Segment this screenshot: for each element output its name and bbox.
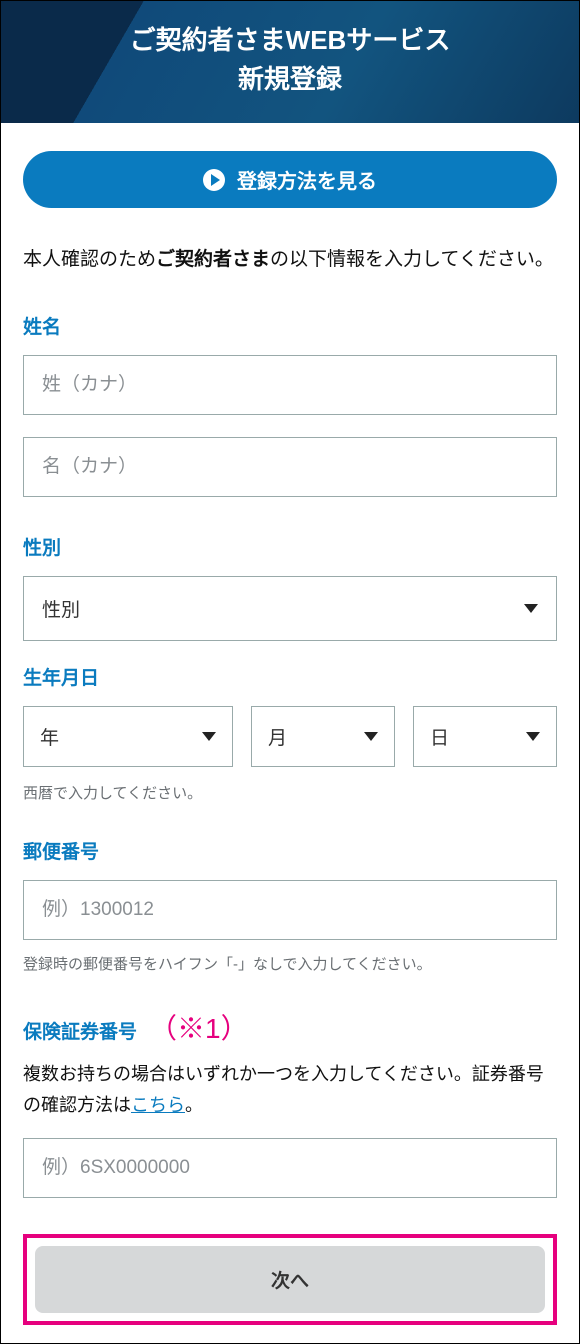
- intro-text: 本人確認のためご契約者さまの以下情報を入力してください。: [23, 244, 557, 276]
- header-line2: 新規登録: [11, 60, 569, 99]
- gender-label: 性別: [23, 533, 557, 560]
- policy-number-input[interactable]: [23, 1138, 557, 1198]
- policy-note: 複数お持ちの場合はいずれか一つを入力してください。証券番号の確認方法はこちら。: [23, 1059, 557, 1120]
- chevron-down-icon: [364, 732, 378, 741]
- name-label: 姓名: [23, 312, 557, 339]
- gender-select[interactable]: 性別: [23, 576, 557, 641]
- gender-select-value: 性別: [42, 595, 80, 622]
- first-name-kana-input[interactable]: [23, 437, 557, 497]
- header-line1: ご契約者さまWEBサービス: [11, 21, 569, 60]
- dob-day-select[interactable]: 日: [413, 706, 557, 767]
- chevron-down-icon: [202, 732, 216, 741]
- postal-hint: 登録時の郵便番号をハイフン「-」なしで入力してください。: [23, 952, 557, 978]
- last-name-kana-input[interactable]: [23, 355, 557, 415]
- policy-label: 保険証券番号: [23, 1017, 137, 1044]
- postal-code-input[interactable]: [23, 880, 557, 940]
- next-button-label: 次へ: [271, 1271, 309, 1292]
- dob-hint: 西暦で入力してください。: [23, 781, 557, 807]
- dob-month-value: 月: [268, 723, 287, 750]
- dob-day-value: 日: [430, 723, 449, 750]
- view-guide-button[interactable]: 登録方法を見る: [23, 151, 557, 208]
- play-icon: [203, 169, 225, 191]
- dob-year-select[interactable]: 年: [23, 706, 233, 767]
- view-guide-label: 登録方法を見る: [237, 165, 377, 194]
- dob-year-value: 年: [40, 723, 59, 750]
- page-header: ご契約者さまWEBサービス 新規登録: [1, 1, 579, 123]
- policy-marker: （※1）: [149, 1007, 249, 1047]
- next-button[interactable]: 次へ: [35, 1246, 545, 1313]
- policy-help-link[interactable]: こちら: [131, 1095, 185, 1115]
- dob-month-select[interactable]: 月: [251, 706, 395, 767]
- postal-label: 郵便番号: [23, 837, 557, 864]
- dob-label: 生年月日: [23, 663, 557, 690]
- chevron-down-icon: [524, 604, 538, 613]
- next-highlight-frame: 次へ: [23, 1234, 557, 1325]
- chevron-down-icon: [526, 732, 540, 741]
